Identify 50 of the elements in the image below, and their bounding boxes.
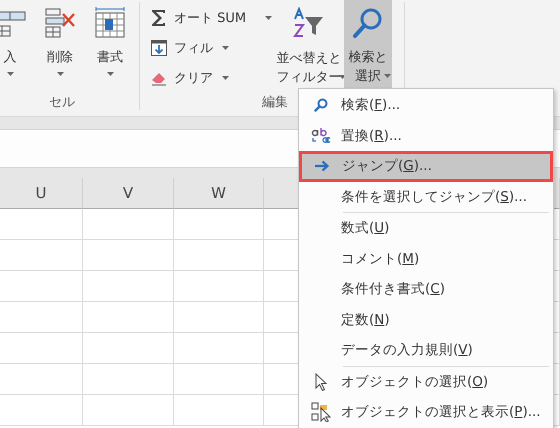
grid-cell[interactable] (83, 240, 174, 271)
column-header[interactable]: V (83, 178, 174, 209)
arrow-right-icon (314, 160, 330, 172)
menu-item[interactable]: 条件付き書式(C) (299, 274, 553, 304)
pointer-icon (315, 372, 327, 391)
delete-cells-icon (43, 6, 77, 40)
format-button[interactable]: 書式 (85, 0, 135, 95)
menu-item[interactable]: オブジェクトの選択(O) (299, 366, 553, 397)
fill-down-icon (149, 38, 169, 58)
menu-item[interactable]: 条件を選択してジャンプ(S)... (299, 182, 553, 212)
grid-cell[interactable] (83, 333, 174, 364)
column-header[interactable]: W (174, 178, 264, 209)
grid-cell[interactable] (83, 395, 174, 426)
search-icon (314, 98, 328, 112)
menu-item[interactable]: オブジェクトの選択と表示(P)... (299, 397, 553, 428)
grid-cell[interactable] (0, 364, 83, 395)
grid-cell[interactable] (174, 240, 264, 271)
grid-cell[interactable] (174, 209, 264, 240)
grid-cell[interactable] (0, 302, 83, 333)
selection-pane-icon (311, 402, 331, 422)
grid-cell[interactable] (174, 333, 264, 364)
column-header[interactable]: U (0, 178, 83, 209)
grid-cell[interactable] (83, 302, 174, 333)
grid-cell[interactable] (174, 302, 264, 333)
menu-item[interactable]: 定数(N) (299, 304, 553, 335)
menu-item[interactable]: ジャンプ(G)... (299, 151, 553, 182)
grid-cell[interactable] (83, 209, 174, 240)
grid-cell[interactable] (83, 364, 174, 395)
group-label: セル (49, 95, 75, 111)
group-label: 編集 (262, 95, 288, 111)
menu-item[interactable]: データの入力規則(V) (299, 335, 553, 366)
grid-cell[interactable] (0, 209, 83, 240)
grid-cell[interactable] (0, 333, 83, 364)
insert-button[interactable]: 入 (0, 0, 35, 95)
fill-button[interactable]: フィル (146, 36, 232, 60)
menu-item[interactable]: 数式(U) (299, 213, 553, 244)
grid-cell[interactable] (0, 271, 83, 302)
autosum-button[interactable]: オート SUM (146, 6, 276, 30)
grid-cell[interactable] (83, 271, 174, 302)
menu-item[interactable]: 置換(R)... (299, 120, 553, 151)
menu-item[interactable]: コメント(M) (299, 244, 553, 274)
clear-button[interactable]: クリア (146, 66, 232, 90)
grid-cell[interactable] (174, 395, 264, 426)
grid-cell[interactable] (174, 271, 264, 302)
delete-button[interactable]: 削除 (35, 0, 85, 95)
format-cells-icon (93, 6, 127, 40)
grid-cell[interactable] (174, 364, 264, 395)
grid-cell[interactable] (0, 240, 83, 271)
grid-cell[interactable] (0, 395, 83, 426)
replace-icon (311, 126, 331, 145)
